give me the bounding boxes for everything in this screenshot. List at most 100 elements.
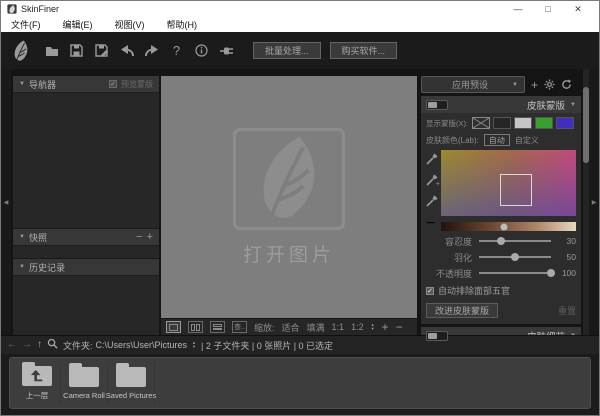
app-leaf-icon [7, 4, 17, 14]
plugin-icon[interactable] [219, 43, 234, 58]
file-browser: 上一层 Camera Roll Saved Pictures [1, 354, 599, 415]
zoom-fill-button[interactable]: 填满 [307, 321, 325, 334]
skin-mask-section: 皮肤蒙版 ▼ 显示蒙版(X): 皮肤颜色(Lab): 自动 自定义 [421, 96, 581, 324]
mask-swatch-blue[interactable] [556, 117, 574, 129]
show-mask-label: 显示蒙版(X): [426, 118, 468, 129]
up-level-icon[interactable]: ↑ [37, 339, 42, 351]
mask-swatch-white[interactable] [514, 117, 532, 129]
save-icon[interactable] [69, 43, 84, 58]
collapse-right-icon[interactable]: ▶ [592, 199, 597, 206]
zoom-out-button[interactable]: − [396, 320, 403, 334]
preview-mask-checkbox[interactable]: ✓ [109, 80, 117, 88]
folder-item-label: 上一层 [26, 390, 49, 401]
eyedropper-subtract-icon[interactable] [426, 194, 438, 206]
view-compare-button[interactable]: 查.. [232, 321, 247, 333]
save-as-icon[interactable] [94, 43, 109, 58]
maximize-button[interactable]: □ [533, 2, 563, 16]
browser-statusbar: ← → ↑ 文件夹: C:\Users\User\Pictures ▲▼ | 2… [1, 335, 599, 354]
lightness-knob[interactable] [501, 223, 508, 230]
menu-help[interactable]: 帮助(H) [167, 18, 198, 31]
eyedropper-add-icon[interactable]: + [426, 173, 438, 185]
custom-label[interactable]: 自定义 [515, 135, 539, 146]
open-folder-icon[interactable] [44, 43, 59, 58]
minimize-button[interactable]: — [503, 2, 533, 16]
back-icon[interactable]: ← [7, 339, 17, 351]
apply-preset-dropdown[interactable]: 应用预设 ▼ [421, 76, 525, 93]
menu-view[interactable]: 视图(V) [115, 18, 145, 31]
folder-item-camera-roll[interactable]: Camera Roll [61, 362, 108, 404]
view-split-vertical-button[interactable] [188, 321, 203, 333]
chevron-down-icon: ▼ [512, 82, 518, 88]
batch-process-button[interactable]: 批量处理... [253, 42, 321, 59]
mask-swatch-green[interactable] [535, 117, 553, 129]
folder-path[interactable]: C:\Users\User\Pictures [96, 340, 188, 350]
auto-exclude-checkbox[interactable]: ✓ [426, 287, 434, 295]
apply-preset-label: 应用预设 [428, 78, 512, 91]
eyedropper-icon[interactable] [426, 152, 438, 164]
lightness-bar[interactable] [441, 222, 576, 231]
help-icon[interactable]: ? [169, 43, 184, 58]
tolerance-slider-row: 容忍度 30 [421, 233, 581, 249]
view-toolbar: 查.. 缩放: 适合 填满 1:1 1:2 ▲▼ + − [161, 319, 417, 335]
refresh-icon[interactable] [561, 79, 572, 90]
redo-icon[interactable] [144, 43, 159, 58]
improve-skin-mask-button[interactable]: 改进皮肤蒙版 [426, 303, 498, 318]
feather-slider-row: 羽化 50 [421, 249, 581, 265]
snapshot-remove-icon[interactable]: − [136, 232, 142, 242]
skin-detail-toggle[interactable] [426, 331, 448, 341]
snapshot-header[interactable]: ▼ 快照 − + [13, 229, 159, 246]
zoom-1-2-button[interactable]: 1:2 [351, 322, 364, 332]
folder-icon [69, 367, 99, 387]
info-icon[interactable] [194, 43, 209, 58]
search-icon[interactable] [47, 338, 58, 353]
reset-button[interactable]: 重置 [558, 304, 576, 317]
collapse-left-strip[interactable]: ◀ [1, 69, 11, 335]
color-selection-square[interactable] [500, 174, 532, 206]
snapshot-body [13, 246, 159, 259]
open-image-placeholder[interactable]: 打开图片 [233, 128, 345, 267]
auto-button[interactable]: 自动 [484, 134, 510, 146]
skin-mask-header[interactable]: 皮肤蒙版 ▼ [421, 96, 581, 113]
lab-color-field[interactable] [441, 150, 576, 216]
zoom-in-button[interactable]: + [382, 320, 389, 334]
folder-item-saved-pictures[interactable]: Saved Pictures [108, 362, 155, 404]
menu-edit[interactable]: 编辑(E) [63, 18, 93, 31]
history-header[interactable]: ▼ 历史记录 [13, 259, 159, 276]
snapshot-title: 快照 [29, 231, 47, 244]
menu-file[interactable]: 文件(F) [11, 18, 41, 31]
forward-icon[interactable]: → [22, 339, 32, 351]
folder-item-label: Camera Roll [63, 391, 105, 400]
mask-swatch-black[interactable] [493, 117, 511, 129]
folder-item-up[interactable]: 上一层 [14, 362, 61, 404]
tolerance-slider[interactable] [479, 240, 551, 242]
history-title: 历史记录 [29, 261, 65, 274]
undo-icon[interactable] [119, 43, 134, 58]
window-title: SkinFiner [21, 4, 503, 14]
gear-icon[interactable] [544, 79, 555, 90]
add-preset-icon[interactable]: + [531, 79, 538, 91]
close-button[interactable]: ✕ [563, 2, 593, 16]
feather-label: 羽化 [426, 251, 472, 264]
app-window: SkinFiner — □ ✕ 文件(F) 编辑(E) 视图(V) 帮助(H) [0, 0, 600, 416]
main-toolbar: ? 批量处理... 购买软件... [1, 32, 599, 69]
opacity-slider[interactable] [479, 272, 551, 274]
zoom-spinner[interactable]: ▲▼ [371, 323, 375, 331]
navigator-header[interactable]: ▼ 导航器 ✓ 预览蒙版 [13, 76, 159, 93]
zoom-fit-button[interactable]: 适合 [282, 321, 300, 334]
image-canvas[interactable]: 打开图片 [161, 76, 417, 318]
feather-value: 50 [558, 252, 576, 262]
view-split-horizontal-button[interactable] [210, 321, 225, 333]
skin-mask-toggle[interactable] [426, 100, 448, 110]
folder-label: 文件夹: [63, 339, 93, 352]
snapshot-add-icon[interactable]: + [147, 232, 153, 242]
collapse-left-icon[interactable]: ◀ [4, 199, 9, 206]
feather-slider[interactable] [479, 256, 551, 258]
zoom-1-1-button[interactable]: 1:1 [332, 322, 345, 332]
file-browser-panel: 上一层 Camera Roll Saved Pictures [9, 357, 591, 409]
collapse-right-strip[interactable]: ▶ [589, 69, 599, 335]
skin-mask-title: 皮肤蒙版 [527, 98, 565, 112]
path-spinner-icon[interactable]: ▲▼ [192, 341, 196, 349]
mask-swatch-none[interactable] [472, 117, 490, 129]
view-single-button[interactable] [166, 321, 181, 333]
buy-software-button[interactable]: 购买软件... [330, 42, 398, 59]
